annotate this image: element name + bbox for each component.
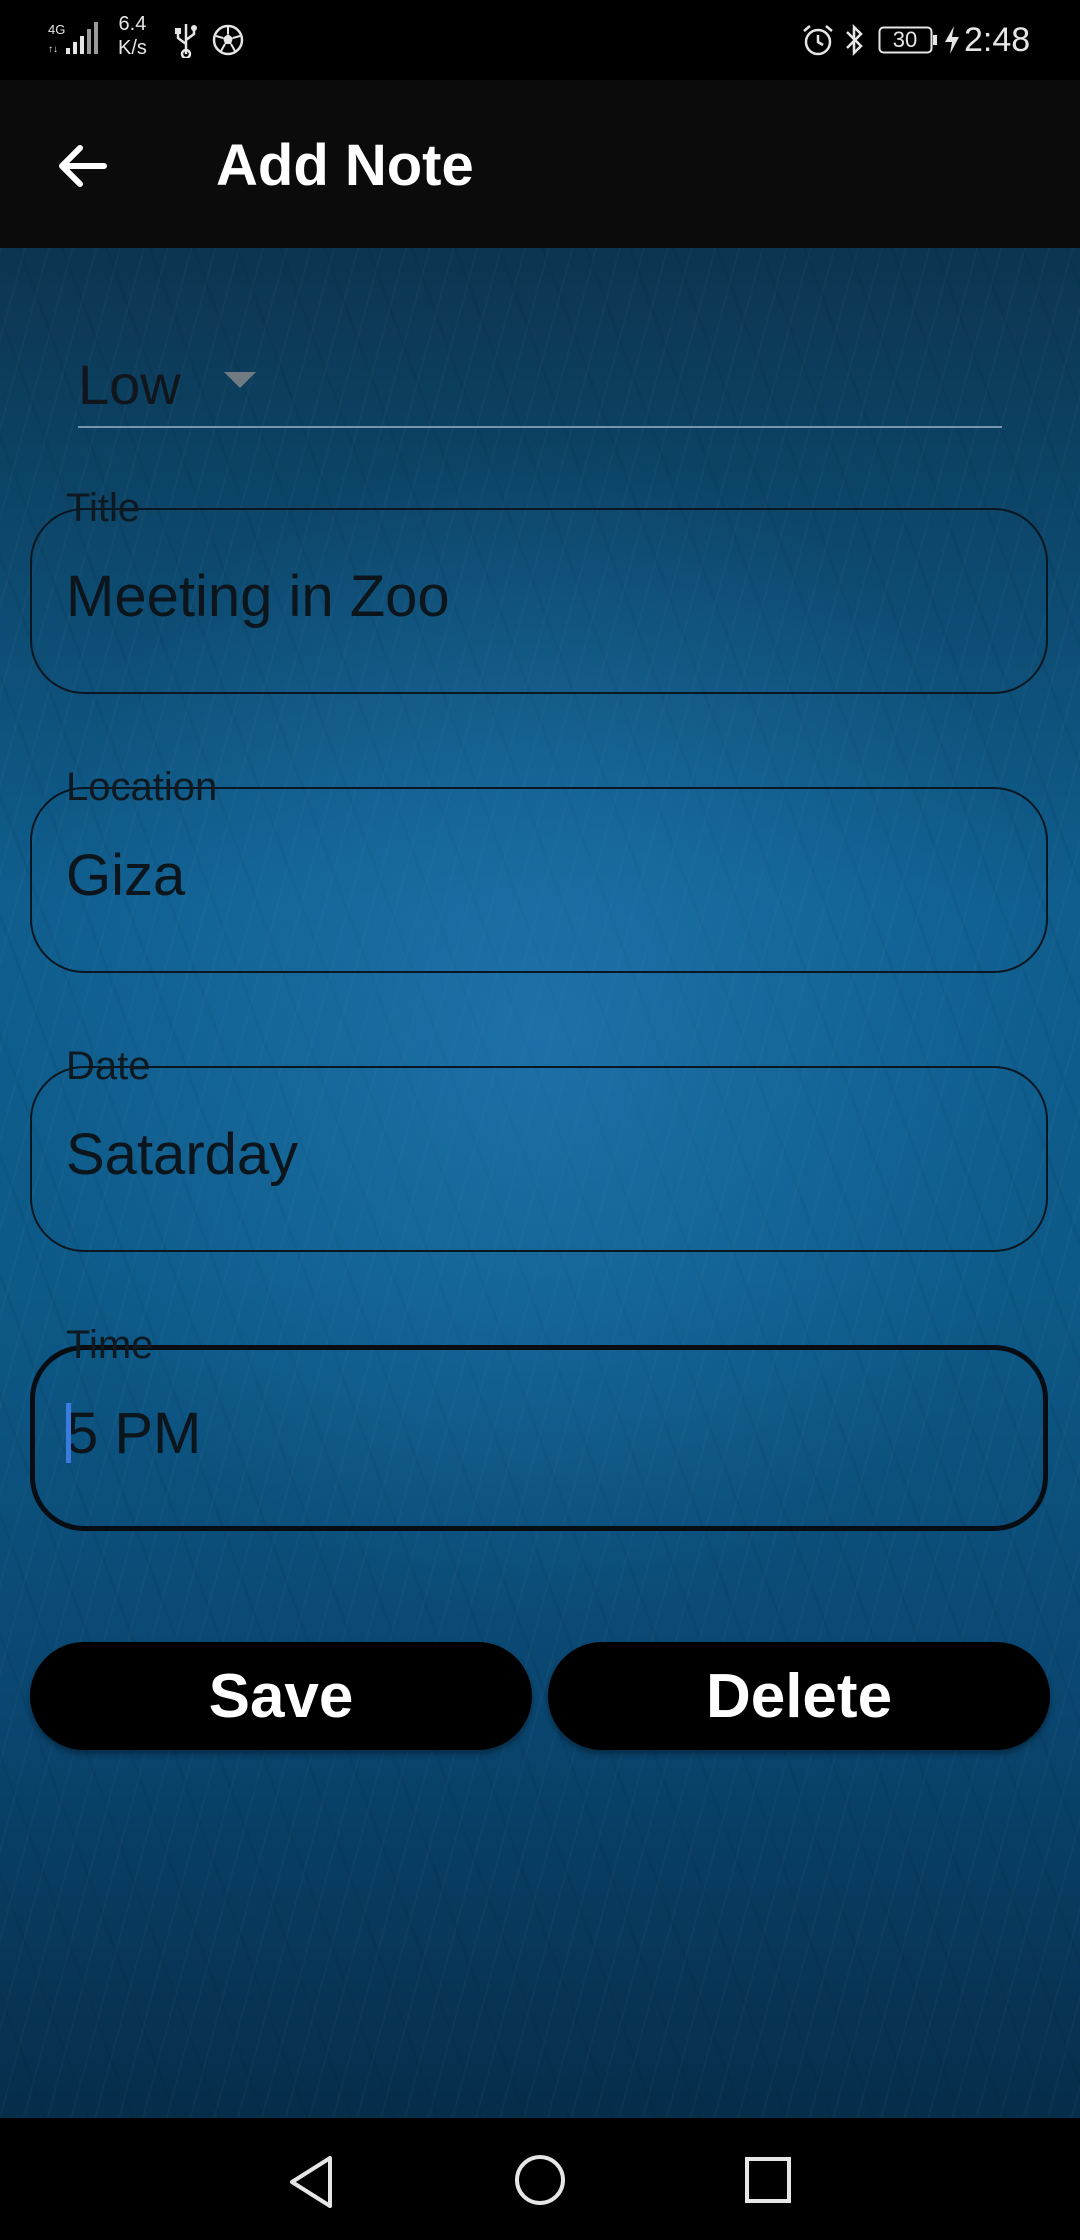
time-field[interactable]: Time 5 PM [30, 1323, 1048, 1531]
back-button[interactable] [40, 124, 124, 208]
battery-level: 30 [892, 27, 918, 52]
location-field[interactable]: Location Giza [30, 765, 1048, 973]
time-input[interactable]: 5 PM [66, 1401, 201, 1467]
usb-icon [175, 24, 197, 58]
location-label: Location [66, 765, 218, 809]
system-nav-bar [0, 2118, 1080, 2240]
priority-selected: Low [78, 353, 181, 416]
charging-icon [945, 26, 959, 54]
priority-dropdown[interactable]: Low [78, 338, 1002, 428]
date-label: Date [66, 1044, 151, 1088]
location-input[interactable]: Giza [66, 843, 185, 909]
signal-icon: 4G ↑↓ [48, 22, 98, 55]
network-speed: 6.4 K/s [118, 12, 147, 60]
date-field[interactable]: Date Satarday [30, 1044, 1048, 1252]
network-speed-value: 6.4 [118, 13, 147, 35]
network-speed-unit: K/s [118, 37, 147, 59]
alarm-icon [803, 25, 833, 56]
svg-text:↑↓: ↑↓ [48, 44, 58, 55]
delete-button[interactable]: Delete [548, 1642, 1050, 1750]
save-button[interactable]: Save [30, 1642, 532, 1750]
time-label: Time [66, 1323, 154, 1367]
network-type: 4G [48, 22, 65, 37]
bluetooth-icon [846, 23, 863, 57]
status-time: 2:48 [964, 21, 1031, 59]
status-bar: 4G ↑↓ 6.4 K/s 30 2:48 [0, 0, 1080, 80]
back-arrow-icon [59, 145, 107, 187]
title-label: Title [66, 486, 141, 530]
title-field[interactable]: Title Meeting in Zoo [30, 486, 1048, 694]
note-form: Low Title Meeting in Zoo Location Giza D… [0, 248, 1080, 2118]
text-cursor [66, 1403, 71, 1463]
nav-recent-apps-icon[interactable] [744, 2156, 792, 2204]
app-bar: Add Note [0, 80, 1080, 248]
dropdown-arrow-icon [224, 372, 256, 388]
page-title: Add Note [216, 133, 474, 198]
title-input[interactable]: Meeting in Zoo [66, 564, 450, 630]
soccer-ball-icon [212, 24, 244, 56]
nav-back-icon[interactable] [286, 2154, 338, 2210]
nav-home-icon[interactable] [514, 2154, 566, 2206]
date-input[interactable]: Satarday [66, 1122, 298, 1188]
